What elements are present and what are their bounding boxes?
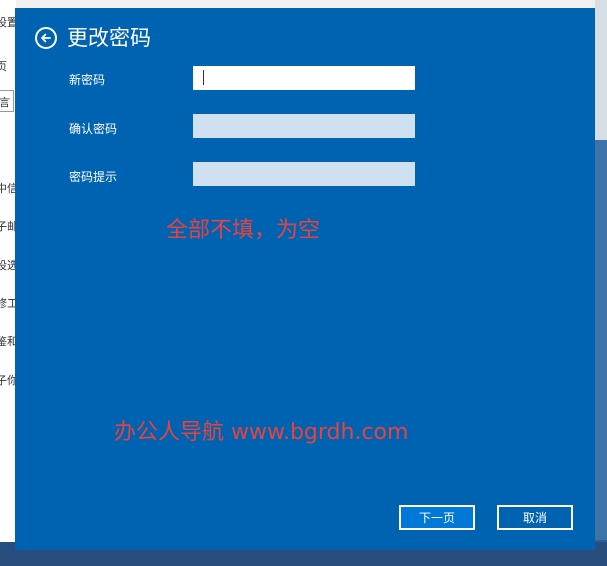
confirm-password-label: 确认密码 [69, 122, 118, 136]
bg-search-text: 言 [0, 96, 10, 109]
desktop-area [595, 0, 607, 140]
change-password-dialog: 更改密码 新密码 确认密码 密码提示 全部不填，为空 办公人导航 www.bgr… [15, 8, 595, 550]
dialog-title: 更改密码 [67, 26, 151, 50]
desktop-area [595, 140, 607, 540]
back-arrow-icon [41, 33, 51, 43]
watermark-text: 办公人导航 www.bgrdh.com [114, 420, 409, 445]
background-settings-window: 设置 页 言 中信 子邮 设选 修工 鉴和 子你 [0, 0, 18, 566]
new-password-label: 新密码 [69, 73, 106, 87]
new-password-input[interactable] [193, 66, 415, 90]
text-cursor [203, 70, 204, 85]
bg-search-box[interactable]: 言 [0, 90, 14, 112]
bg-text: 页 [0, 60, 7, 73]
next-button[interactable]: 下一页 [399, 505, 475, 530]
password-hint-label: 密码提示 [69, 170, 118, 184]
desktop-background [595, 0, 607, 566]
password-hint-input[interactable] [193, 162, 415, 186]
cancel-button[interactable]: 取消 [497, 505, 573, 530]
back-button[interactable] [35, 27, 57, 49]
instruction-note: 全部不填，为空 [166, 218, 321, 243]
confirm-password-input[interactable] [193, 114, 415, 138]
